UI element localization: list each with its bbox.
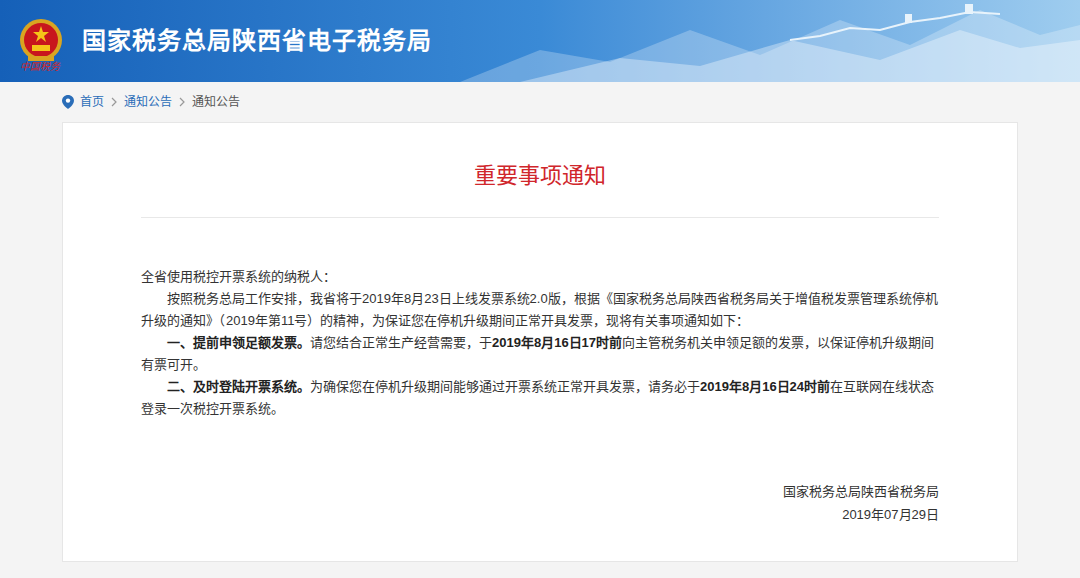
issue-date: 2019年07月29日 (842, 503, 939, 526)
great-wall-mountains-icon (460, 0, 1080, 82)
bold-text: 一、提前申领足额发票。 (167, 335, 310, 350)
breadcrumb-item[interactable]: 通知公告 (124, 93, 172, 111)
text: 请您结合正常生产经营需要，于 (310, 335, 492, 350)
logo-caption: 中国税务 (20, 60, 60, 74)
notice-paragraph: 一、提前申领足额发票。请您结合正常生产经营需要，于2019年8月16日17时前向… (141, 332, 939, 376)
text: 按照税务总局工作安排，我省将于2019年8月23日上线发票系统2.0版，根据《国… (141, 291, 938, 328)
text: 为确保您在停机升级期间能够通过开票系统正常开具发票，请务必于 (310, 379, 700, 394)
salutation: 全省使用税控开票系统的纳税人： (141, 266, 939, 288)
bold-text: 2019年8月16日24时前 (700, 379, 830, 394)
notice-paragraph: 二、及时登陆开票系统。为确保您在停机升级期间能够通过开票系统正常开具发票，请务必… (141, 376, 939, 420)
breadcrumb-item: 通知公告 (192, 93, 240, 111)
tax-logo[interactable] (14, 16, 68, 66)
notice-body: 全省使用税控开票系统的纳税人： 按照税务总局工作安排，我省将于2019年8月23日… (141, 266, 939, 420)
chevron-right-icon (110, 97, 118, 107)
site-header: 国家税务总局陕西省电子税务局 中国税务 (0, 0, 1080, 82)
notice-title: 重要事项通知 (141, 161, 939, 191)
bold-text: 二、及时登陆开票系统。 (167, 379, 310, 394)
bold-text: 2019年8月16日17时前 (492, 335, 622, 350)
title-divider (141, 217, 939, 218)
breadcrumb: 首页 通知公告 通知公告 (0, 82, 1080, 122)
location-pin-icon (62, 95, 74, 109)
signature: 国家税务总局陕西省税务局 2019年07月29日 (141, 480, 939, 526)
national-emblem-icon (16, 16, 66, 66)
issuer: 国家税务总局陕西省税务局 (783, 480, 939, 503)
site-title: 国家税务总局陕西省电子税务局 (82, 25, 432, 57)
breadcrumb-item[interactable]: 首页 (80, 93, 104, 111)
notice-card: 重要事项通知 全省使用税控开票系统的纳税人： 按照税务总局工作安排，我省将于201… (62, 122, 1018, 562)
chevron-right-icon (178, 97, 186, 107)
notice-paragraph: 按照税务总局工作安排，我省将于2019年8月23日上线发票系统2.0版，根据《国… (141, 288, 939, 332)
